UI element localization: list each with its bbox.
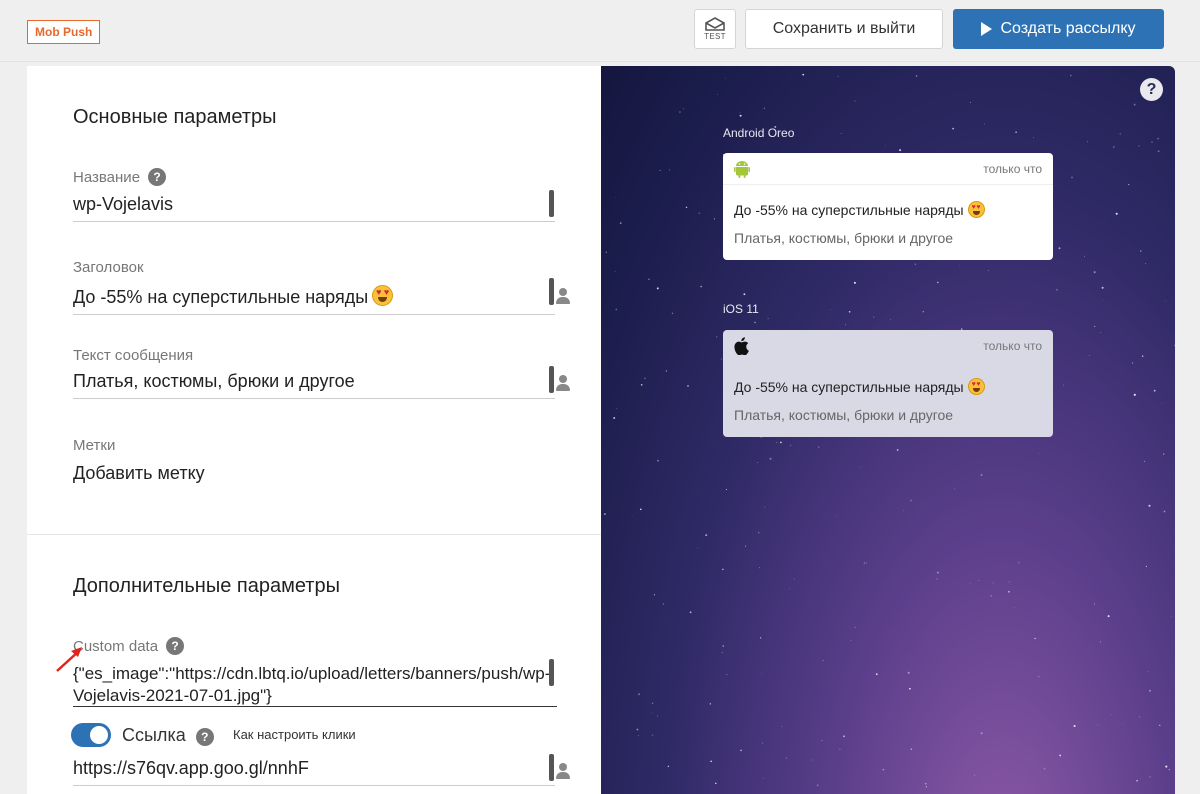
name-label: Название ? (73, 168, 167, 186)
variable-bar-icon[interactable] (549, 366, 554, 393)
variable-bar-icon[interactable] (549, 278, 554, 305)
android-icon (734, 160, 750, 178)
custom-data-label-text: Custom data (73, 637, 159, 655)
add-tag-link[interactable]: Добавить метку (73, 463, 555, 490)
test-button[interactable]: TEST (694, 9, 736, 49)
notification-body: Платья, костюмы, брюки и другое (734, 230, 954, 246)
create-campaign-button[interactable]: Создать рассылку (953, 9, 1164, 49)
person-icon[interactable] (556, 375, 570, 391)
save-and-exit-button[interactable]: Сохранить и выйти (745, 9, 943, 49)
ios-notification: только что До -55% на суперстильные наря… (723, 330, 1053, 437)
section-divider (27, 534, 601, 535)
tags-label: Метки (73, 437, 116, 454)
message-field[interactable]: Платья, костюмы, брюки и другое (73, 371, 555, 399)
toggle-knob (90, 726, 108, 744)
help-icon[interactable]: ? (195, 728, 214, 746)
heart-eyes-emoji-icon (967, 201, 985, 218)
android-os-label: Android Oreo (723, 126, 795, 140)
notification-header: только что (723, 153, 1053, 185)
top-bar: Mob Push TEST Сохранить и выйти Создать … (0, 0, 1200, 62)
variable-bar-icon[interactable] (549, 190, 554, 217)
link-field[interactable]: https://s76qv.app.goo.gl/nnhF (73, 758, 555, 786)
title-field[interactable]: До -55% на суперстильные наряды (73, 285, 555, 315)
android-notification: только что До -55% на суперстильные наря… (723, 153, 1053, 260)
help-icon[interactable]: ? (166, 637, 185, 655)
help-icon[interactable]: ? (148, 168, 167, 186)
link-label: Ссылка ? (122, 724, 214, 746)
channel-tag: Mob Push (27, 20, 101, 44)
heart-eyes-emoji-icon (967, 378, 985, 395)
heart-eyes-emoji-icon (372, 285, 394, 306)
person-icon[interactable] (556, 288, 570, 304)
notification-body: Платья, костюмы, брюки и другое (734, 407, 954, 423)
play-icon (981, 22, 993, 36)
apple-icon (734, 337, 749, 355)
notification-time: только что (983, 161, 1042, 176)
notification-title-text: До -55% на суперстильные наряды (734, 202, 964, 218)
notification-header: только что (723, 330, 1053, 362)
title-label: Заголовок (73, 259, 144, 276)
variable-bar-icon[interactable] (549, 659, 554, 686)
test-label: TEST (704, 32, 726, 41)
variable-bar-icon[interactable] (549, 754, 554, 781)
notification-preview: ? Android Oreo только что До -55% на суп… (601, 66, 1175, 794)
link-toggle[interactable] (71, 723, 111, 747)
help-icon[interactable]: ? (1140, 78, 1163, 101)
notification-title: До -55% на суперстильные наряды (734, 201, 985, 218)
person-icon[interactable] (556, 763, 570, 779)
notification-title-text: До -55% на суперстильные наряды (734, 379, 964, 395)
test-envelope-icon (705, 17, 725, 31)
message-label: Текст сообщения (73, 347, 194, 364)
ios-os-label: iOS 11 (723, 302, 759, 316)
extra-section-title: Дополнительные параметры (73, 575, 340, 597)
notification-time: только что (983, 339, 1042, 353)
basic-section-title: Основные параметры (73, 106, 277, 128)
name-label-text: Название (73, 168, 141, 186)
title-field-text: До -55% на суперстильные наряды (73, 287, 369, 307)
annotation-arrow-icon (56, 647, 82, 672)
custom-data-label: Custom data ? (73, 637, 185, 655)
notification-title: До -55% на суперстильные наряды (734, 378, 985, 395)
name-field[interactable]: wp-Vojelavis (73, 194, 555, 222)
link-label-text: Ссылка (122, 724, 186, 745)
custom-data-field[interactable]: {"es_image":"https://cdn.lbtq.io/upload/… (73, 663, 557, 707)
create-campaign-label: Создать рассылку (1000, 20, 1136, 37)
settings-panel: Основные параметры Название ? wp-Vojelav… (27, 66, 601, 794)
how-to-configure-clicks-link[interactable]: Как настроить клики (233, 727, 356, 742)
